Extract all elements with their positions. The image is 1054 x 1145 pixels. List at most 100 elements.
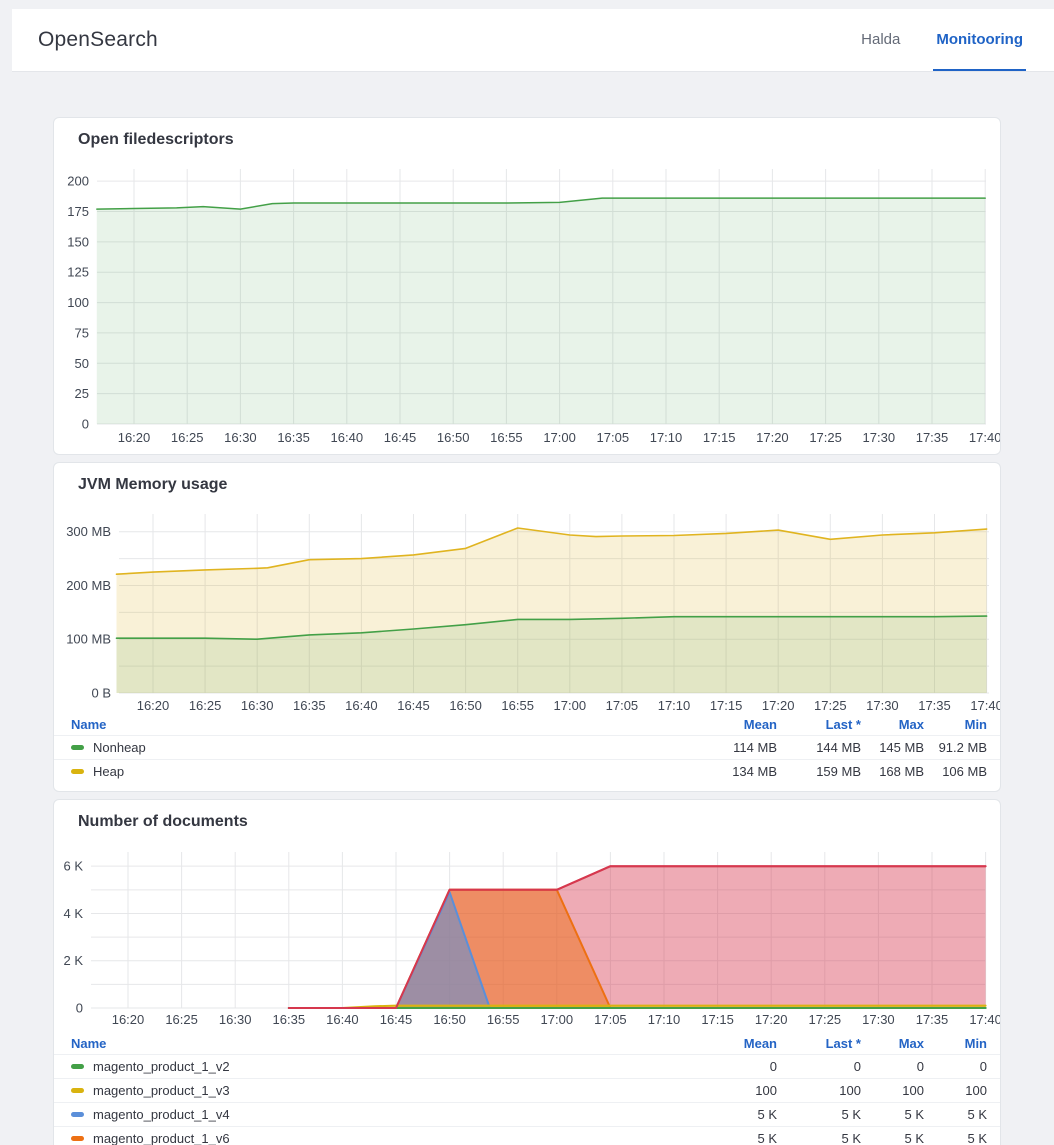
svg-text:2 K: 2 K	[63, 953, 83, 968]
number-of-documents-chart[interactable]: 6 K4 K2 K016:2016:2516:3016:3516:4016:45…	[54, 800, 1001, 1032]
tab-halda[interactable]: Halda	[858, 9, 903, 71]
svg-text:16:20: 16:20	[137, 698, 170, 713]
svg-text:17:35: 17:35	[916, 430, 949, 445]
legend-stat-value: 159 MB	[777, 764, 861, 779]
legend-header-mean: Mean	[687, 1036, 777, 1051]
legend-series-name[interactable]: magento_product_1_v2	[71, 1059, 687, 1074]
jvm-memory-usage-chart[interactable]: 300 MB200 MB100 MB0 B16:2016:2516:3016:3…	[54, 463, 1001, 713]
legend-stat-value: 106 MB	[924, 764, 987, 779]
open-filedescriptors-chart[interactable]: 200175150125100755025016:2016:2516:3016:…	[54, 118, 1001, 455]
legend-series-name[interactable]: magento_product_1_v4	[71, 1107, 687, 1122]
svg-text:17:05: 17:05	[606, 698, 639, 713]
svg-text:0: 0	[76, 1001, 83, 1016]
y-axis-labels: 2001751501251007550250	[67, 174, 89, 432]
svg-text:17:25: 17:25	[809, 430, 842, 445]
x-axis-labels: 16:2016:2516:3016:3516:4016:4516:5016:55…	[118, 430, 1001, 445]
legend-header-name: Name	[71, 1036, 687, 1051]
legend-header-last: Last *	[777, 1036, 861, 1051]
svg-text:17:40: 17:40	[970, 698, 1001, 713]
svg-text:16:25: 16:25	[189, 698, 222, 713]
legend-row-Heap[interactable]: Heap134 MB159 MB168 MB106 MB	[54, 759, 1000, 783]
svg-text:17:40: 17:40	[969, 430, 1001, 445]
svg-text:16:45: 16:45	[380, 1012, 413, 1027]
documents-legend-table: NameMeanLast *MaxMinmagento_product_1_v2…	[54, 1032, 1000, 1145]
app-title: OpenSearch	[38, 28, 158, 52]
legend-stat-value: 100	[861, 1083, 924, 1098]
svg-text:16:30: 16:30	[241, 698, 274, 713]
svg-text:200: 200	[67, 174, 89, 189]
svg-text:16:25: 16:25	[171, 430, 204, 445]
svg-text:16:25: 16:25	[165, 1012, 198, 1027]
legend-header-row: NameMeanLast *MaxMin	[54, 1032, 1000, 1054]
svg-text:16:20: 16:20	[118, 430, 151, 445]
svg-text:17:20: 17:20	[762, 698, 795, 713]
svg-text:17:15: 17:15	[710, 698, 743, 713]
chart-title-jvm-memory-usage: JVM Memory usage	[78, 476, 227, 494]
legend-stat-value: 144 MB	[777, 740, 861, 755]
svg-text:17:05: 17:05	[594, 1012, 627, 1027]
svg-text:125: 125	[67, 265, 89, 280]
svg-text:16:45: 16:45	[397, 698, 430, 713]
svg-text:16:55: 16:55	[501, 698, 534, 713]
svg-text:16:55: 16:55	[487, 1012, 520, 1027]
jvm-legend-table: NameMeanLast *MaxMinNonheap114 MB144 MB1…	[54, 713, 1000, 783]
legend-header-min: Min	[924, 717, 987, 732]
svg-text:17:00: 17:00	[541, 1012, 574, 1027]
svg-text:17:20: 17:20	[756, 430, 789, 445]
legend-series-name[interactable]: magento_product_1_v6	[71, 1131, 687, 1145]
legend-header-max: Max	[861, 717, 924, 732]
svg-text:300 MB: 300 MB	[66, 524, 111, 539]
series-color-swatch-icon	[71, 1064, 84, 1069]
legend-stat-value: 0	[687, 1059, 777, 1074]
svg-text:16:20: 16:20	[112, 1012, 145, 1027]
series-color-swatch-icon	[71, 745, 84, 750]
svg-text:17:35: 17:35	[918, 698, 951, 713]
x-axis-labels: 16:2016:2516:3016:3516:4016:4516:5016:55…	[137, 698, 1001, 713]
legend-row-magento_product_1_v4[interactable]: magento_product_1_v45 K5 K5 K5 K	[54, 1102, 1000, 1126]
svg-text:16:30: 16:30	[224, 430, 257, 445]
legend-header-last: Last *	[777, 717, 861, 732]
legend-stat-value: 5 K	[861, 1107, 924, 1122]
svg-text:16:40: 16:40	[331, 430, 364, 445]
legend-row-magento_product_1_v3[interactable]: magento_product_1_v3100100100100	[54, 1078, 1000, 1102]
svg-text:17:00: 17:00	[543, 430, 576, 445]
svg-text:16:35: 16:35	[277, 430, 310, 445]
tab-monitooring[interactable]: Monitooring	[933, 9, 1026, 71]
svg-text:16:55: 16:55	[490, 430, 523, 445]
tab-bar: Halda Monitooring	[828, 9, 1026, 71]
svg-text:17:30: 17:30	[862, 1012, 895, 1027]
y-axis-labels: 300 MB200 MB100 MB0 B	[66, 524, 111, 700]
legend-series-name[interactable]: Nonheap	[71, 740, 687, 755]
series-color-swatch-icon	[71, 1136, 84, 1141]
svg-text:16:40: 16:40	[326, 1012, 359, 1027]
svg-text:16:50: 16:50	[449, 698, 482, 713]
svg-text:17:15: 17:15	[703, 430, 736, 445]
svg-text:17:40: 17:40	[969, 1012, 1001, 1027]
legend-stat-value: 114 MB	[687, 740, 777, 755]
svg-text:17:10: 17:10	[648, 1012, 681, 1027]
svg-text:17:10: 17:10	[650, 430, 683, 445]
legend-stat-value: 0	[924, 1059, 987, 1074]
legend-stat-value: 5 K	[687, 1131, 777, 1145]
svg-text:100: 100	[67, 295, 89, 310]
svg-text:17:25: 17:25	[814, 698, 847, 713]
legend-stat-value: 5 K	[777, 1107, 861, 1122]
legend-series-name[interactable]: Heap	[71, 764, 687, 779]
legend-stat-value: 145 MB	[861, 740, 924, 755]
svg-text:16:35: 16:35	[273, 1012, 306, 1027]
legend-series-name[interactable]: magento_product_1_v3	[71, 1083, 687, 1098]
legend-row-magento_product_1_v6[interactable]: magento_product_1_v65 K5 K5 K5 K	[54, 1126, 1000, 1145]
legend-stat-value: 5 K	[924, 1131, 987, 1145]
svg-text:200 MB: 200 MB	[66, 578, 111, 593]
legend-stat-value: 100	[924, 1083, 987, 1098]
chart-title-number-of-documents: Number of documents	[78, 813, 248, 831]
legend-row-magento_product_1_v2[interactable]: magento_product_1_v20000	[54, 1054, 1000, 1078]
legend-row-Nonheap[interactable]: Nonheap114 MB144 MB145 MB91.2 MB	[54, 735, 1000, 759]
series-color-swatch-icon	[71, 769, 84, 774]
svg-text:50: 50	[75, 356, 89, 371]
legend-stat-value: 0	[777, 1059, 861, 1074]
legend-header-name: Name	[71, 717, 687, 732]
legend-stat-value: 0	[861, 1059, 924, 1074]
svg-text:16:50: 16:50	[437, 430, 470, 445]
legend-stat-value: 134 MB	[687, 764, 777, 779]
